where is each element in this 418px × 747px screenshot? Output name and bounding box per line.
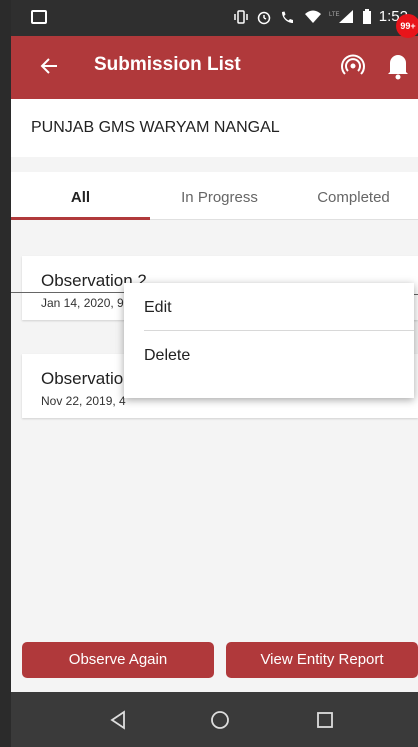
home-circle-icon[interactable] bbox=[208, 708, 232, 732]
options-menu: Edit Delete bbox=[124, 283, 414, 398]
tab-bar: All In Progress Completed bbox=[11, 172, 418, 220]
page-title: Submission List bbox=[94, 54, 241, 75]
entity-header: PUNJAB GMS WARYAM NANGAL bbox=[11, 99, 418, 157]
svg-text:LTE: LTE bbox=[329, 12, 340, 18]
recents-square-icon[interactable] bbox=[313, 708, 337, 732]
back-button[interactable] bbox=[33, 50, 65, 82]
tab-completed[interactable]: Completed bbox=[289, 172, 418, 220]
tab-all[interactable]: All bbox=[11, 172, 150, 220]
delete-menu-item[interactable]: Delete bbox=[144, 347, 190, 365]
edit-menu-item[interactable]: Edit bbox=[144, 299, 172, 317]
vibrate-icon bbox=[234, 9, 248, 24]
status-bar: LTE 1:52 bbox=[11, 0, 418, 36]
alarm-icon bbox=[257, 11, 271, 24]
status-icons: LTE 1:52 bbox=[233, 8, 408, 25]
app-header: Submission List bbox=[11, 36, 418, 99]
image-notification-icon bbox=[31, 10, 47, 24]
arrow-left-icon bbox=[40, 58, 57, 74]
notifications-button[interactable] bbox=[386, 50, 416, 84]
bell-icon bbox=[388, 55, 408, 80]
submission-date: Jan 14, 2020, 9 bbox=[41, 296, 124, 310]
back-triangle-icon[interactable] bbox=[106, 708, 130, 732]
app-screen: LTE 1:52 Submission List 99+ PUNJAB GMS … bbox=[11, 0, 418, 747]
view-entity-report-button[interactable]: View Entity Report bbox=[226, 642, 418, 678]
screen-edge bbox=[0, 0, 11, 747]
lte-call-icon bbox=[281, 11, 293, 23]
tab-in-progress[interactable]: In Progress bbox=[150, 172, 289, 220]
wifi-icon bbox=[304, 10, 321, 23]
menu-divider bbox=[144, 330, 414, 331]
notification-badge: 99+ bbox=[396, 14, 418, 38]
observe-again-button[interactable]: Observe Again bbox=[22, 642, 214, 678]
system-nav-bar bbox=[11, 692, 418, 747]
broadcast-icon bbox=[341, 54, 365, 75]
submission-date: Nov 22, 2019, 4 bbox=[41, 394, 126, 408]
action-footer: Observe Again View Entity Report bbox=[11, 632, 418, 692]
battery-icon bbox=[362, 8, 371, 24]
submission-title: Observation bbox=[41, 369, 133, 388]
entity-name: PUNJAB GMS WARYAM NANGAL bbox=[31, 119, 280, 136]
broadcast-button[interactable] bbox=[339, 52, 369, 82]
lte-signal-icon: LTE bbox=[329, 9, 353, 23]
